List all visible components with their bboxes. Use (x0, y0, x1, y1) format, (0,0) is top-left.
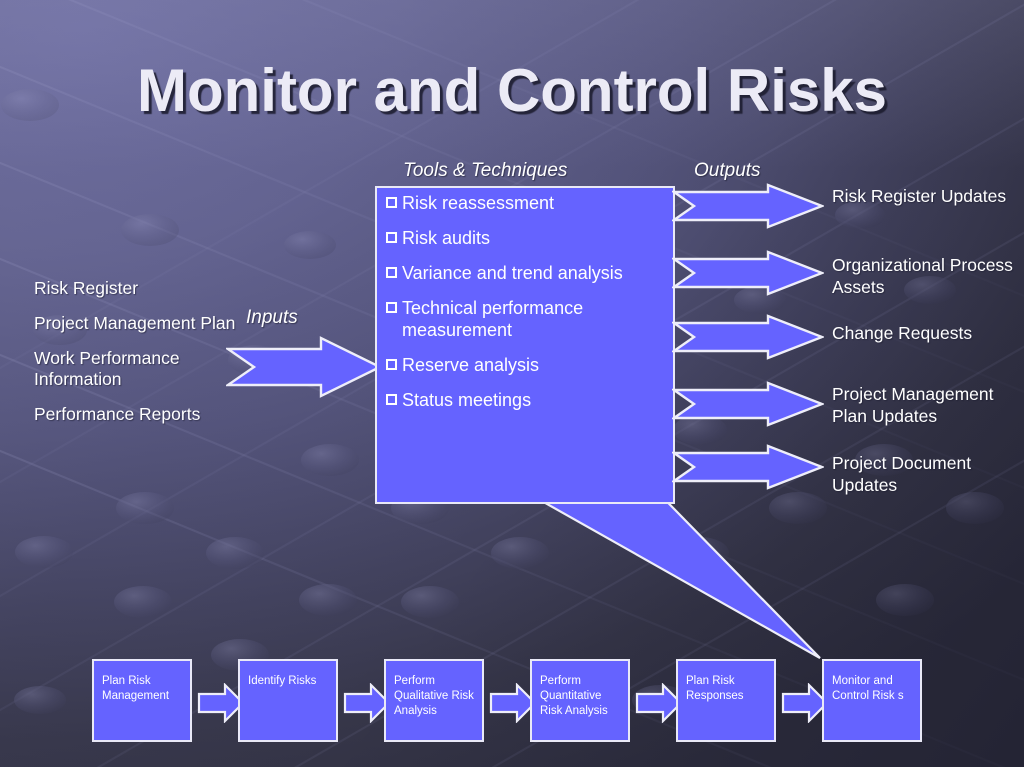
slide-canvas: Monitor and Control Risks Tools & Techni… (0, 0, 1024, 767)
process-step-label: Perform Qualitative Risk Analysis (394, 675, 474, 717)
tools-techniques-caption: Tools & Techniques (403, 160, 568, 181)
tool-item: Risk reassessment (386, 192, 672, 214)
hollow-square-bullet-icon (386, 267, 397, 278)
hollow-square-bullet-icon (386, 359, 397, 370)
process-step-label: Plan Risk Responses (686, 675, 744, 702)
output-label: Risk Register Updates (832, 186, 1007, 206)
page-title: Monitor and Control Risks (137, 57, 887, 124)
output-label: Project Document Updates (832, 453, 972, 495)
inputs-caption: Inputs (246, 307, 298, 328)
hollow-square-bullet-icon (386, 302, 397, 313)
input-item: Performance Reports (34, 404, 201, 424)
tool-item: Technical performance measurement (386, 297, 672, 341)
tool-item: Status meetings (386, 389, 672, 411)
tool-item-label: Reserve analysis (402, 355, 540, 375)
tool-item-label: Risk audits (402, 228, 491, 248)
inputs-list: Risk Register Project Management Plan Wo… (34, 278, 249, 439)
inputs-arrow-icon (224, 336, 383, 398)
input-item: Project Management Plan (34, 313, 236, 333)
tool-item: Risk audits (386, 227, 672, 249)
tools-techniques-list: Risk reassessment Risk audits Variance a… (386, 192, 672, 424)
process-step-box: Perform Qualitative Risk Analysis (384, 659, 484, 742)
tool-item-label: Status meetings (402, 390, 532, 410)
output-arrow-icon (670, 381, 826, 427)
tool-item: Reserve analysis (386, 354, 672, 376)
tool-item: Variance and trend analysis (386, 262, 672, 284)
output-label: Organizational Process Assets (832, 255, 1013, 297)
process-step-box: Monitor and Control Risk s (822, 659, 922, 742)
process-step-box: Perform Quantitative Risk Analysis (530, 659, 630, 742)
output-label: Change Requests (832, 323, 973, 343)
input-item: Work Performance Information (34, 348, 180, 389)
process-step-box: Identify Risks (238, 659, 338, 742)
outputs-caption: Outputs (694, 160, 761, 181)
hollow-square-bullet-icon (386, 232, 397, 243)
tool-item-label: Variance and trend analysis (402, 263, 623, 283)
output-label: Project Management Plan Updates (832, 384, 994, 426)
input-item: Risk Register (34, 278, 139, 298)
process-step-label: Perform Quantitative Risk Analysis (540, 675, 608, 717)
process-step-label: Monitor and Control Risk s (832, 675, 904, 702)
process-step-label: Plan Risk Management (102, 675, 170, 702)
tool-item-label: Technical performance measurement (402, 298, 584, 340)
process-step-box: Plan Risk Responses (676, 659, 776, 742)
output-arrow-icon (670, 183, 826, 229)
process-step-label: Identify Risks (248, 675, 317, 687)
hollow-square-bullet-icon (386, 394, 397, 405)
output-arrow-icon (670, 250, 826, 296)
output-arrow-icon (670, 444, 826, 490)
hollow-square-bullet-icon (386, 197, 397, 208)
tool-item-label: Risk reassessment (402, 193, 555, 213)
output-arrow-icon (670, 314, 826, 360)
process-step-box: Plan Risk Management (92, 659, 192, 742)
